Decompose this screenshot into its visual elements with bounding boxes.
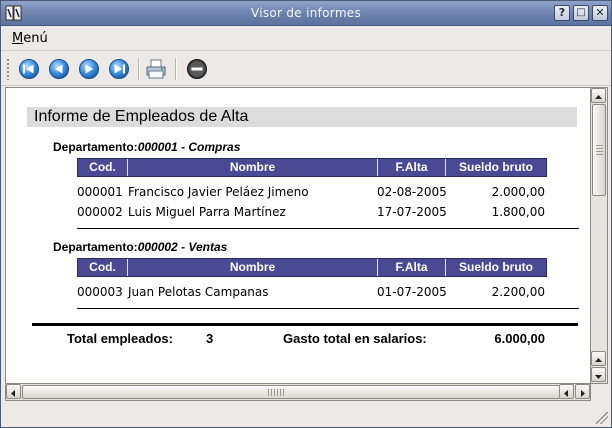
close-button[interactable]: ✕ [592, 5, 608, 21]
vertical-scroll-thumb[interactable] [592, 104, 606, 196]
column-header-nombre: Nombre [128, 159, 378, 176]
print-icon[interactable] [145, 58, 167, 80]
title-bar[interactable]: Visor de informes ? □ ✕ [1, 1, 611, 26]
last-page-icon[interactable] [108, 58, 130, 80]
column-header-sueldo: Sueldo bruto [459, 160, 533, 174]
cell-nombre: Francisco Javier Peláez Jimeno [128, 185, 309, 199]
menu-mnemonic: M [12, 31, 24, 46]
arrow-up-icon [595, 95, 602, 99]
first-page-icon[interactable] [18, 58, 40, 80]
cell-nombre: Juan Pelotas Campanas [128, 285, 269, 299]
scroll-right-button[interactable] [575, 384, 590, 399]
stop-icon[interactable] [186, 58, 208, 80]
scroll-up-button[interactable] [591, 88, 606, 103]
column-header-falta: F.Alta [378, 259, 446, 276]
totals-rule [32, 323, 578, 326]
group-separator [77, 308, 579, 309]
toolbar [1, 52, 611, 86]
toolbar-grip[interactable] [6, 58, 11, 80]
arrow-down-icon [595, 375, 602, 379]
report-viewport[interactable]: Informe de Empleados de Alta Departament… [5, 87, 591, 384]
column-header-sueldo: Sueldo bruto [459, 260, 533, 274]
column-header-cod: Cod. [78, 259, 128, 276]
toolbar-separator [175, 58, 177, 80]
department-label: Departamento: [53, 240, 138, 254]
vertical-scrollbar[interactable] [591, 87, 608, 384]
menu-bar: Menú [1, 27, 611, 51]
arrow-left-icon [564, 390, 568, 397]
next-page-icon[interactable] [78, 58, 100, 80]
total-salaries-label: Gasto total en salarios: [283, 331, 427, 346]
group-separator [77, 228, 579, 229]
menu-label: enú [23, 31, 48, 46]
cell-falta: 17-07-2005 [377, 205, 447, 219]
table-header: Cod. Nombre F.Alta Sueldo bruto [77, 158, 547, 177]
total-employees-label: Total empleados: [67, 331, 173, 346]
total-salaries-value: 6.000,00 [494, 331, 545, 346]
help-button[interactable]: ? [554, 5, 570, 21]
department-value: 000002 - Ventas [137, 240, 228, 254]
menu-item-menu[interactable]: Menú [12, 31, 48, 46]
cell-cod: 000003 [77, 285, 123, 299]
thumb-grip [268, 389, 284, 396]
cell-nombre: Luis Miguel Parra Martínez [128, 205, 286, 219]
maximize-button[interactable]: □ [573, 5, 589, 21]
window-title: Visor de informes [250, 6, 362, 20]
cell-sueldo: 1.800,00 [491, 205, 545, 219]
cell-falta: 02-08-2005 [377, 185, 447, 199]
thumb-grip [596, 145, 603, 155]
cell-sueldo: 2.000,00 [491, 185, 545, 199]
scroll-left-button[interactable] [6, 384, 21, 399]
horizontal-scrollbar[interactable] [5, 384, 591, 401]
scroll-up-button-lower[interactable] [591, 351, 606, 366]
department-value: 000001 - Compras [137, 140, 241, 154]
scroll-down-button[interactable] [591, 367, 606, 382]
report-title-bar: Informe de Empleados de Alta [27, 107, 577, 127]
resize-grip[interactable] [596, 412, 608, 424]
cell-sueldo: 2.200,00 [491, 285, 545, 299]
scroll-left-button-right[interactable] [559, 384, 574, 399]
previous-page-icon[interactable] [48, 58, 70, 80]
arrow-up-icon [595, 358, 602, 362]
report-viewer-window: Visor de informes ? □ ✕ Menú Informe de … [0, 0, 612, 428]
column-header-falta: F.Alta [378, 159, 446, 176]
table-header: Cod. Nombre F.Alta Sueldo bruto [77, 258, 547, 277]
cell-falta: 01-07-2005 [377, 285, 447, 299]
department-heading: Departamento:000001 - Compras [53, 140, 240, 154]
arrow-right-icon [581, 390, 585, 397]
department-label: Departamento: [53, 140, 138, 154]
department-heading: Departamento:000002 - Ventas [53, 240, 227, 254]
cell-cod: 000001 [77, 185, 123, 199]
column-header-nombre: Nombre [128, 259, 378, 276]
horizontal-scroll-thumb[interactable] [22, 385, 560, 399]
column-header-cod: Cod. [78, 159, 128, 176]
toolbar-separator [138, 58, 140, 80]
status-bar [1, 402, 611, 427]
report-title: Informe de Empleados de Alta [34, 108, 249, 125]
cell-cod: 000002 [77, 205, 123, 219]
total-employees-value: 3 [206, 331, 214, 346]
arrow-left-icon [11, 390, 15, 397]
